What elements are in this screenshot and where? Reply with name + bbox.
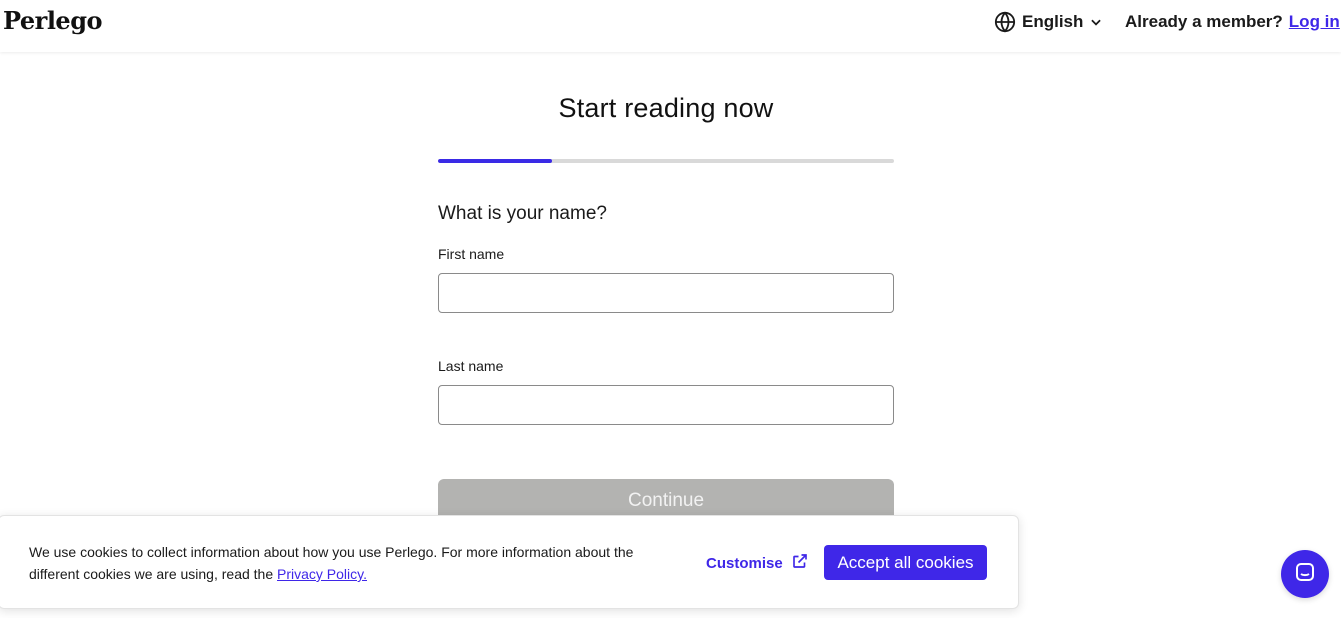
language-selector[interactable]: English (994, 10, 1103, 34)
external-link-icon (791, 552, 809, 574)
top-navigation-bar: Perlego English Already a member? Log in (0, 0, 1341, 52)
progress-fill (438, 159, 552, 163)
cookie-consent-banner: We use cookies to collect information ab… (0, 515, 1019, 609)
customise-label: Customise (706, 554, 783, 572)
accept-all-cookies-button[interactable]: Accept all cookies (824, 545, 987, 580)
language-label: English (1022, 12, 1084, 31)
chat-icon (1293, 560, 1317, 589)
perlego-logo[interactable]: Perlego (3, 6, 103, 35)
cookie-message: We use cookies to collect information ab… (29, 541, 649, 585)
first-name-label: First name (438, 246, 505, 262)
page-title: Start reading now (558, 93, 774, 123)
privacy-policy-link[interactable]: Privacy Policy. (277, 566, 367, 582)
last-name-field[interactable] (438, 385, 894, 425)
signup-progress-bar (438, 159, 894, 163)
member-prompt: Already a member? (1125, 12, 1283, 31)
login-link[interactable]: Log in (1289, 12, 1340, 32)
member-login-area: Already a member? Log in (1125, 10, 1340, 34)
form-question: What is your name? (438, 203, 607, 224)
chat-support-button[interactable] (1281, 550, 1329, 598)
customise-cookies-button[interactable]: Customise (706, 552, 809, 574)
first-name-field[interactable] (438, 273, 894, 313)
last-name-label: Last name (438, 358, 504, 374)
globe-icon (994, 11, 1016, 33)
chevron-down-icon (1089, 15, 1103, 29)
